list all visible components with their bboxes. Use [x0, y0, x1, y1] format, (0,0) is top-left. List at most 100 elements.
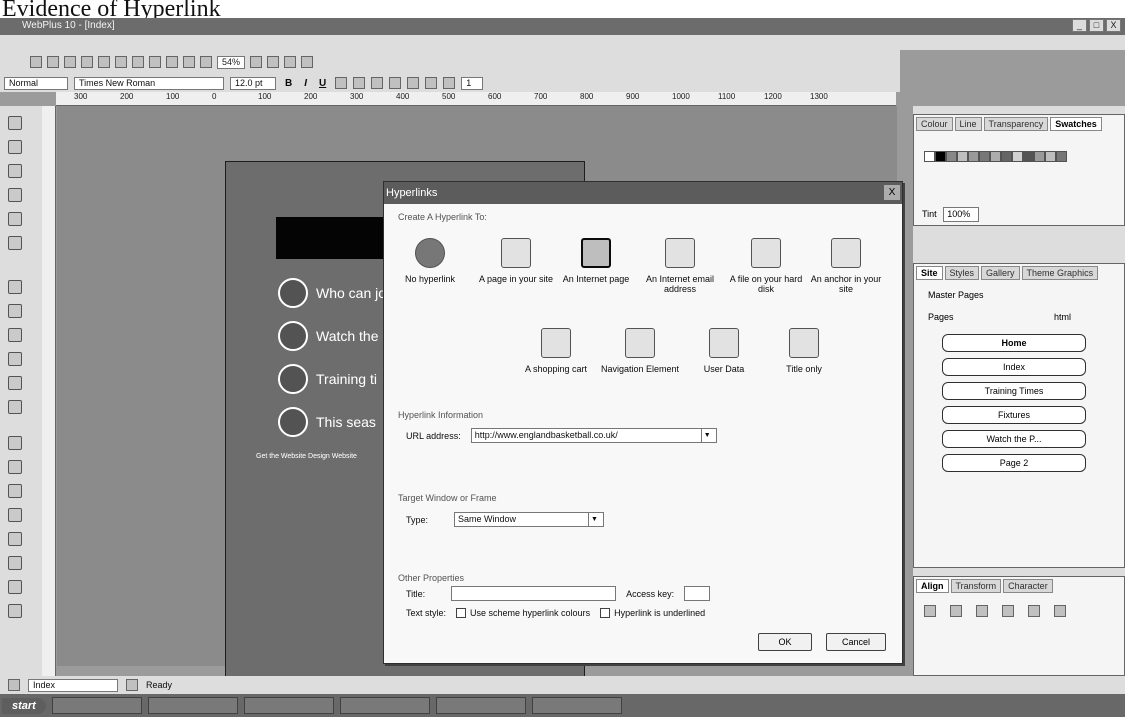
page-manager-icon[interactable]	[126, 679, 138, 691]
align-right-icon[interactable]	[976, 605, 988, 617]
chevron-down-icon[interactable]: ▼	[700, 429, 713, 442]
publish-icon[interactable]	[301, 56, 314, 68]
page-icon[interactable]	[166, 56, 178, 68]
font-select[interactable]: Times New Roman	[74, 76, 224, 90]
tab-line[interactable]: Line	[954, 117, 982, 131]
save-icon[interactable]	[64, 56, 76, 68]
underline-button[interactable]: U	[316, 78, 329, 89]
option-page-in-site[interactable]: A page in your site	[476, 238, 556, 284]
page-item-training-times[interactable]: Training Times	[942, 382, 1086, 400]
calendar-tool-icon[interactable]	[8, 604, 22, 618]
gallery-tool-icon[interactable]	[8, 532, 22, 546]
text-tool-icon[interactable]	[8, 304, 22, 318]
page-item-home[interactable]: Home	[942, 334, 1086, 352]
maximize-button[interactable]: □	[1089, 19, 1104, 32]
rotate-tool-icon[interactable]	[8, 140, 22, 154]
chevron-down-icon[interactable]: ▼	[588, 513, 600, 526]
page-item-index[interactable]: Index	[942, 358, 1086, 376]
align-right-icon[interactable]	[371, 77, 384, 89]
code-tool-icon[interactable]	[8, 580, 22, 594]
checkbox-tool-icon[interactable]	[8, 556, 22, 570]
taskbar-item[interactable]	[339, 697, 430, 714]
dialog-close-button[interactable]: X	[884, 185, 900, 200]
swatch[interactable]	[1001, 151, 1012, 162]
align-top-icon[interactable]	[1002, 605, 1014, 617]
title-field[interactable]	[451, 586, 617, 601]
close-button[interactable]: X	[1106, 19, 1121, 32]
swatch[interactable]	[1023, 151, 1034, 162]
frame-tool-icon[interactable]	[8, 212, 22, 226]
pen-tool-icon[interactable]	[8, 188, 22, 202]
option-shopping-cart[interactable]: A shopping cart	[516, 328, 596, 374]
window-type-select[interactable]: Same Window ▼	[454, 512, 605, 527]
style-select[interactable]: Normal	[4, 76, 68, 90]
option-navigation-element[interactable]: Navigation Element	[600, 328, 680, 374]
swatch[interactable]	[1012, 151, 1023, 162]
horizontal-ruler[interactable]: 300 200 100 0 100 200 300 400 500 600 70…	[56, 92, 896, 106]
zoom-out-icon[interactable]	[267, 56, 280, 68]
tab-gallery[interactable]: Gallery	[981, 266, 1020, 280]
picture-tool-icon[interactable]	[8, 328, 22, 342]
preview-icon[interactable]	[284, 56, 297, 68]
swatch[interactable]	[990, 151, 1001, 162]
access-key-field[interactable]	[684, 586, 711, 601]
tab-character[interactable]: Character	[1003, 579, 1053, 593]
align-bottom-icon[interactable]	[1054, 605, 1066, 617]
navbar-tool-icon[interactable]	[8, 436, 22, 450]
tab-transparency[interactable]: Transparency	[983, 117, 1049, 131]
pointer-tool-icon[interactable]	[8, 116, 22, 130]
swatch[interactable]	[924, 151, 935, 162]
align-left-icon[interactable]	[335, 77, 348, 89]
crop-tool-icon[interactable]	[8, 164, 22, 178]
taskbar-item[interactable]	[51, 697, 142, 714]
url-field[interactable]: http://www.englandbasketball.co.uk/ ▼	[470, 428, 717, 443]
page-item-page-2[interactable]: Page 2	[942, 454, 1086, 472]
undo-icon[interactable]	[132, 56, 144, 68]
tab-swatches[interactable]: Swatches	[1050, 117, 1102, 131]
swatch[interactable]	[1034, 151, 1045, 162]
align-middle-icon[interactable]	[1028, 605, 1040, 617]
page-item-watch[interactable]: Watch the P...	[942, 430, 1086, 448]
justify-icon[interactable]	[389, 77, 402, 89]
taskbar-item[interactable]	[147, 697, 238, 714]
align-center-icon[interactable]	[950, 605, 962, 617]
italic-button[interactable]: I	[301, 78, 310, 89]
taskbar-item[interactable]	[435, 697, 526, 714]
tint-field[interactable]: 100%	[943, 207, 980, 222]
zoom-tool-icon[interactable]	[8, 236, 22, 250]
bold-button[interactable]: B	[282, 78, 295, 89]
vertical-ruler[interactable]	[42, 106, 56, 696]
start-button[interactable]: start	[2, 697, 46, 714]
form-tool-icon[interactable]	[8, 484, 22, 498]
page-number-field[interactable]: 1	[461, 76, 484, 90]
font-size-select[interactable]: 12.0 pt	[230, 76, 276, 90]
option-file-on-disk[interactable]: A file on your hard disk	[726, 238, 806, 294]
html-tool-icon[interactable]	[8, 508, 22, 522]
table-icon[interactable]	[443, 77, 456, 89]
swatch[interactable]	[957, 151, 968, 162]
rectangle-tool-icon[interactable]	[8, 376, 22, 390]
page-item-fixtures[interactable]: Fixtures	[942, 406, 1086, 424]
shape-tool-icon[interactable]	[8, 352, 22, 366]
swatch[interactable]	[968, 151, 979, 162]
open-icon[interactable]	[47, 56, 59, 68]
taskbar-item[interactable]	[243, 697, 334, 714]
option-title-only[interactable]: Title only	[764, 328, 844, 374]
align-left-icon[interactable]	[924, 605, 936, 617]
page-select[interactable]: Index	[28, 678, 118, 692]
line-tool-icon[interactable]	[8, 400, 22, 414]
option-internet-page[interactable]: An Internet page	[556, 238, 636, 284]
swatch[interactable]	[946, 151, 957, 162]
bullets-icon[interactable]	[407, 77, 420, 89]
new-icon[interactable]	[30, 56, 42, 68]
swatch[interactable]	[1056, 151, 1067, 162]
tab-theme-graphics[interactable]: Theme Graphics	[1021, 266, 1099, 280]
cut-icon[interactable]	[81, 56, 93, 68]
align-center-icon[interactable]	[353, 77, 366, 89]
table-tool-icon[interactable]	[8, 280, 22, 294]
tab-styles[interactable]: Styles	[944, 266, 980, 280]
option-anchor-in-site[interactable]: An anchor in your site	[806, 238, 886, 294]
ok-button[interactable]: OK	[758, 633, 812, 651]
minimize-button[interactable]: _	[1072, 19, 1087, 32]
frame-icon[interactable]	[425, 77, 438, 89]
